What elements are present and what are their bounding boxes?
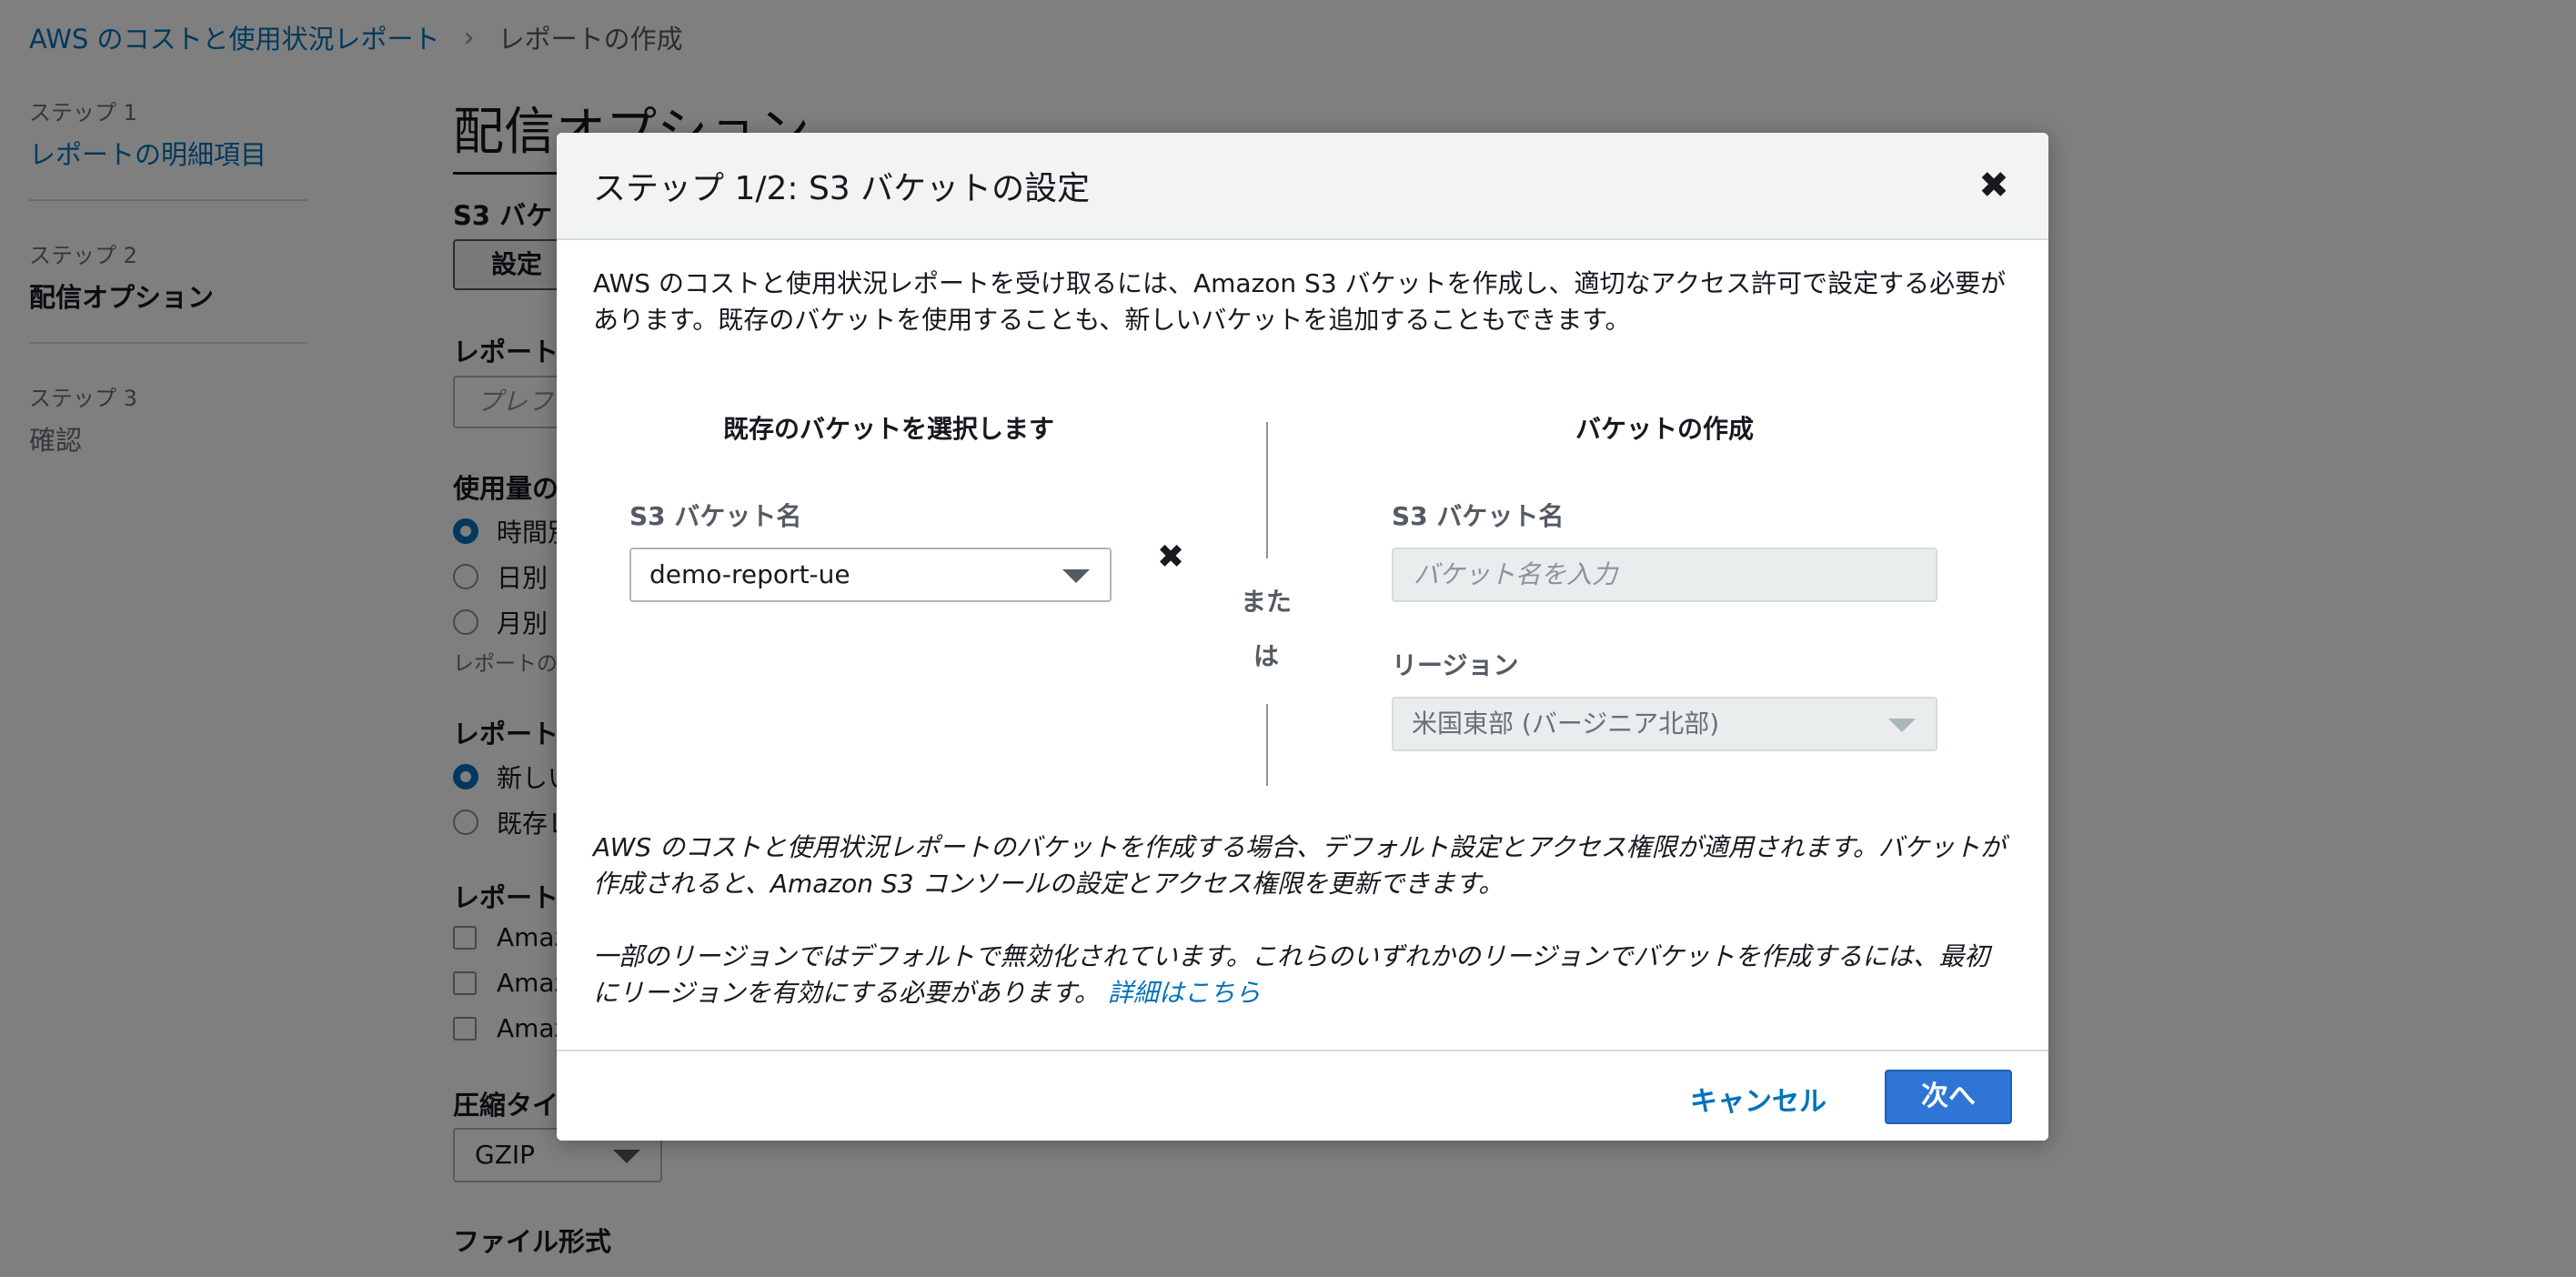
modal-title: ステップ 1/2: S3 バケットの設定 — [593, 170, 1091, 207]
clear-selection-icon[interactable]: ✖ — [1157, 538, 1184, 576]
next-button[interactable]: 次へ — [1885, 1070, 2012, 1124]
close-icon[interactable]: ✖ — [1976, 167, 2012, 204]
modal-header: ステップ 1/2: S3 バケットの設定 ✖ — [557, 133, 2048, 240]
cancel-button[interactable]: キャンセル — [1690, 1079, 1826, 1119]
region-select[interactable]: 米国東部 (バージニア北部) — [1392, 697, 1937, 751]
existing-bucket-heading: 既存のバケットを選択します — [722, 414, 1054, 444]
caret-down-icon — [1888, 719, 1916, 732]
region-value: 米国東部 (バージニア北部) — [1412, 709, 1720, 739]
default-settings-note: AWS のコストと使用状況レポートのバケットを作成する場合、デフォルト設定とアク… — [593, 832, 2006, 899]
or-divider: また は — [1240, 587, 1292, 671]
regions-note: 一部のリージョンではデフォルトで無効化されています。これらのいずれかのリージョン… — [593, 941, 1990, 1008]
existing-bucket-section: 既存のバケットを選択します S3 バケット名 demo-report-ue ✖ — [629, 409, 1184, 602]
caret-down-icon — [1062, 569, 1090, 583]
new-bucket-name-input[interactable]: バケット名を入力 — [1392, 548, 1937, 602]
divider-line-bottom — [1266, 704, 1268, 786]
region-label: リージョン — [1392, 650, 1519, 680]
modal-body: AWS のコストと使用状況レポートを受け取るには、Amazon S3 バケットを… — [593, 266, 2012, 338]
create-bucket-heading: バケットの作成 — [1575, 414, 1754, 444]
modal-footer: キャンセル 次へ — [557, 1050, 2048, 1141]
modal-intro-text: AWS のコストと使用状況レポートを受け取るには、Amazon S3 バケットを… — [593, 268, 2007, 335]
divider-line-top — [1266, 422, 1268, 558]
create-bucket-section: バケットの作成 S3 バケット名 バケット名を入力 リージョン 米国東部 (バー… — [1392, 409, 1937, 751]
new-bucket-name-label: S3 バケット名 — [1392, 501, 1565, 531]
s3-bucket-modal: ステップ 1/2: S3 バケットの設定 ✖ AWS のコストと使用状況レポート… — [557, 133, 2048, 1141]
learn-more-link[interactable]: 詳細はこちら — [1108, 978, 1261, 1008]
existing-bucket-name-label: S3 バケット名 — [629, 501, 802, 531]
selected-bucket-value: demo-report-ue — [649, 559, 850, 589]
existing-bucket-select[interactable]: demo-report-ue — [629, 548, 1112, 602]
